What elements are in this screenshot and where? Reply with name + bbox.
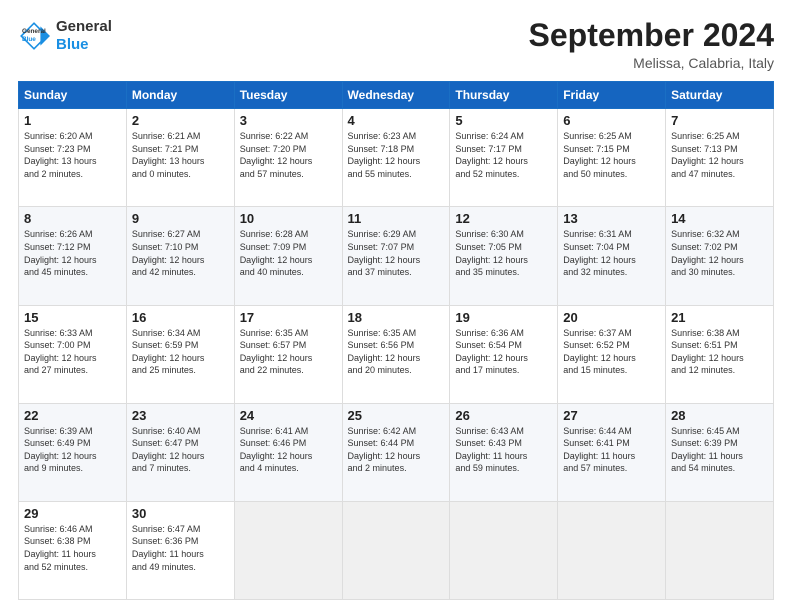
day-22: 22 Sunrise: 6:39 AMSunset: 6:49 PMDaylig… bbox=[19, 403, 127, 501]
month-title: September 2024 bbox=[529, 18, 774, 53]
day-10: 10 Sunrise: 6:28 AMSunset: 7:09 PMDaylig… bbox=[234, 207, 342, 305]
day-11: 11 Sunrise: 6:29 AMSunset: 7:07 PMDaylig… bbox=[342, 207, 450, 305]
day-12: 12 Sunrise: 6:30 AMSunset: 7:05 PMDaylig… bbox=[450, 207, 558, 305]
day-29: 29 Sunrise: 6:46 AMSunset: 6:38 PMDaylig… bbox=[19, 501, 127, 599]
location: Melissa, Calabria, Italy bbox=[529, 55, 774, 71]
svg-text:Blue: Blue bbox=[22, 36, 36, 43]
day-16: 16 Sunrise: 6:34 AMSunset: 6:59 PMDaylig… bbox=[126, 305, 234, 403]
header-tuesday: Tuesday bbox=[234, 82, 342, 109]
header-sunday: Sunday bbox=[19, 82, 127, 109]
header-thursday: Thursday bbox=[450, 82, 558, 109]
header: General Blue General Blue September 2024… bbox=[18, 18, 774, 71]
empty-cell-2 bbox=[342, 501, 450, 599]
day-20: 20 Sunrise: 6:37 AMSunset: 6:52 PMDaylig… bbox=[558, 305, 666, 403]
day-28: 28 Sunrise: 6:45 AMSunset: 6:39 PMDaylig… bbox=[666, 403, 774, 501]
day-5: 5 Sunrise: 6:24 AMSunset: 7:17 PMDayligh… bbox=[450, 109, 558, 207]
calendar-page: General Blue General Blue September 2024… bbox=[0, 0, 792, 612]
day-9: 9 Sunrise: 6:27 AMSunset: 7:10 PMDayligh… bbox=[126, 207, 234, 305]
logo: General Blue General Blue bbox=[18, 18, 112, 54]
week-1: 1 Sunrise: 6:20 AMSunset: 7:23 PMDayligh… bbox=[19, 109, 774, 207]
empty-cell-5 bbox=[666, 501, 774, 599]
week-2: 8 Sunrise: 6:26 AMSunset: 7:12 PMDayligh… bbox=[19, 207, 774, 305]
week-4: 22 Sunrise: 6:39 AMSunset: 6:49 PMDaylig… bbox=[19, 403, 774, 501]
header-saturday: Saturday bbox=[666, 82, 774, 109]
week-3: 15 Sunrise: 6:33 AMSunset: 7:00 PMDaylig… bbox=[19, 305, 774, 403]
empty-cell-3 bbox=[450, 501, 558, 599]
day-19: 19 Sunrise: 6:36 AMSunset: 6:54 PMDaylig… bbox=[450, 305, 558, 403]
day-23: 23 Sunrise: 6:40 AMSunset: 6:47 PMDaylig… bbox=[126, 403, 234, 501]
day-2: 2 Sunrise: 6:21 AMSunset: 7:21 PMDayligh… bbox=[126, 109, 234, 207]
day-18: 18 Sunrise: 6:35 AMSunset: 6:56 PMDaylig… bbox=[342, 305, 450, 403]
empty-cell-4 bbox=[558, 501, 666, 599]
header-monday: Monday bbox=[126, 82, 234, 109]
svg-text:General: General bbox=[22, 28, 46, 35]
day-21: 21 Sunrise: 6:38 AMSunset: 6:51 PMDaylig… bbox=[666, 305, 774, 403]
logo-text: General Blue bbox=[56, 18, 112, 54]
day-26: 26 Sunrise: 6:43 AMSunset: 6:43 PMDaylig… bbox=[450, 403, 558, 501]
day-15: 15 Sunrise: 6:33 AMSunset: 7:00 PMDaylig… bbox=[19, 305, 127, 403]
day-7: 7 Sunrise: 6:25 AMSunset: 7:13 PMDayligh… bbox=[666, 109, 774, 207]
day-3: 3 Sunrise: 6:22 AMSunset: 7:20 PMDayligh… bbox=[234, 109, 342, 207]
day-27: 27 Sunrise: 6:44 AMSunset: 6:41 PMDaylig… bbox=[558, 403, 666, 501]
day-30: 30 Sunrise: 6:47 AMSunset: 6:36 PMDaylig… bbox=[126, 501, 234, 599]
day-13: 13 Sunrise: 6:31 AMSunset: 7:04 PMDaylig… bbox=[558, 207, 666, 305]
calendar-table: Sunday Monday Tuesday Wednesday Thursday… bbox=[18, 81, 774, 600]
day-6: 6 Sunrise: 6:25 AMSunset: 7:15 PMDayligh… bbox=[558, 109, 666, 207]
week-5: 29 Sunrise: 6:46 AMSunset: 6:38 PMDaylig… bbox=[19, 501, 774, 599]
header-wednesday: Wednesday bbox=[342, 82, 450, 109]
day-4: 4 Sunrise: 6:23 AMSunset: 7:18 PMDayligh… bbox=[342, 109, 450, 207]
header-friday: Friday bbox=[558, 82, 666, 109]
day-1: 1 Sunrise: 6:20 AMSunset: 7:23 PMDayligh… bbox=[19, 109, 127, 207]
title-section: September 2024 Melissa, Calabria, Italy bbox=[529, 18, 774, 71]
day-14: 14 Sunrise: 6:32 AMSunset: 7:02 PMDaylig… bbox=[666, 207, 774, 305]
logo-icon: General Blue bbox=[18, 20, 50, 52]
day-24: 24 Sunrise: 6:41 AMSunset: 6:46 PMDaylig… bbox=[234, 403, 342, 501]
day-25: 25 Sunrise: 6:42 AMSunset: 6:44 PMDaylig… bbox=[342, 403, 450, 501]
day-17: 17 Sunrise: 6:35 AMSunset: 6:57 PMDaylig… bbox=[234, 305, 342, 403]
day-8: 8 Sunrise: 6:26 AMSunset: 7:12 PMDayligh… bbox=[19, 207, 127, 305]
empty-cell-1 bbox=[234, 501, 342, 599]
weekday-header-row: Sunday Monday Tuesday Wednesday Thursday… bbox=[19, 82, 774, 109]
